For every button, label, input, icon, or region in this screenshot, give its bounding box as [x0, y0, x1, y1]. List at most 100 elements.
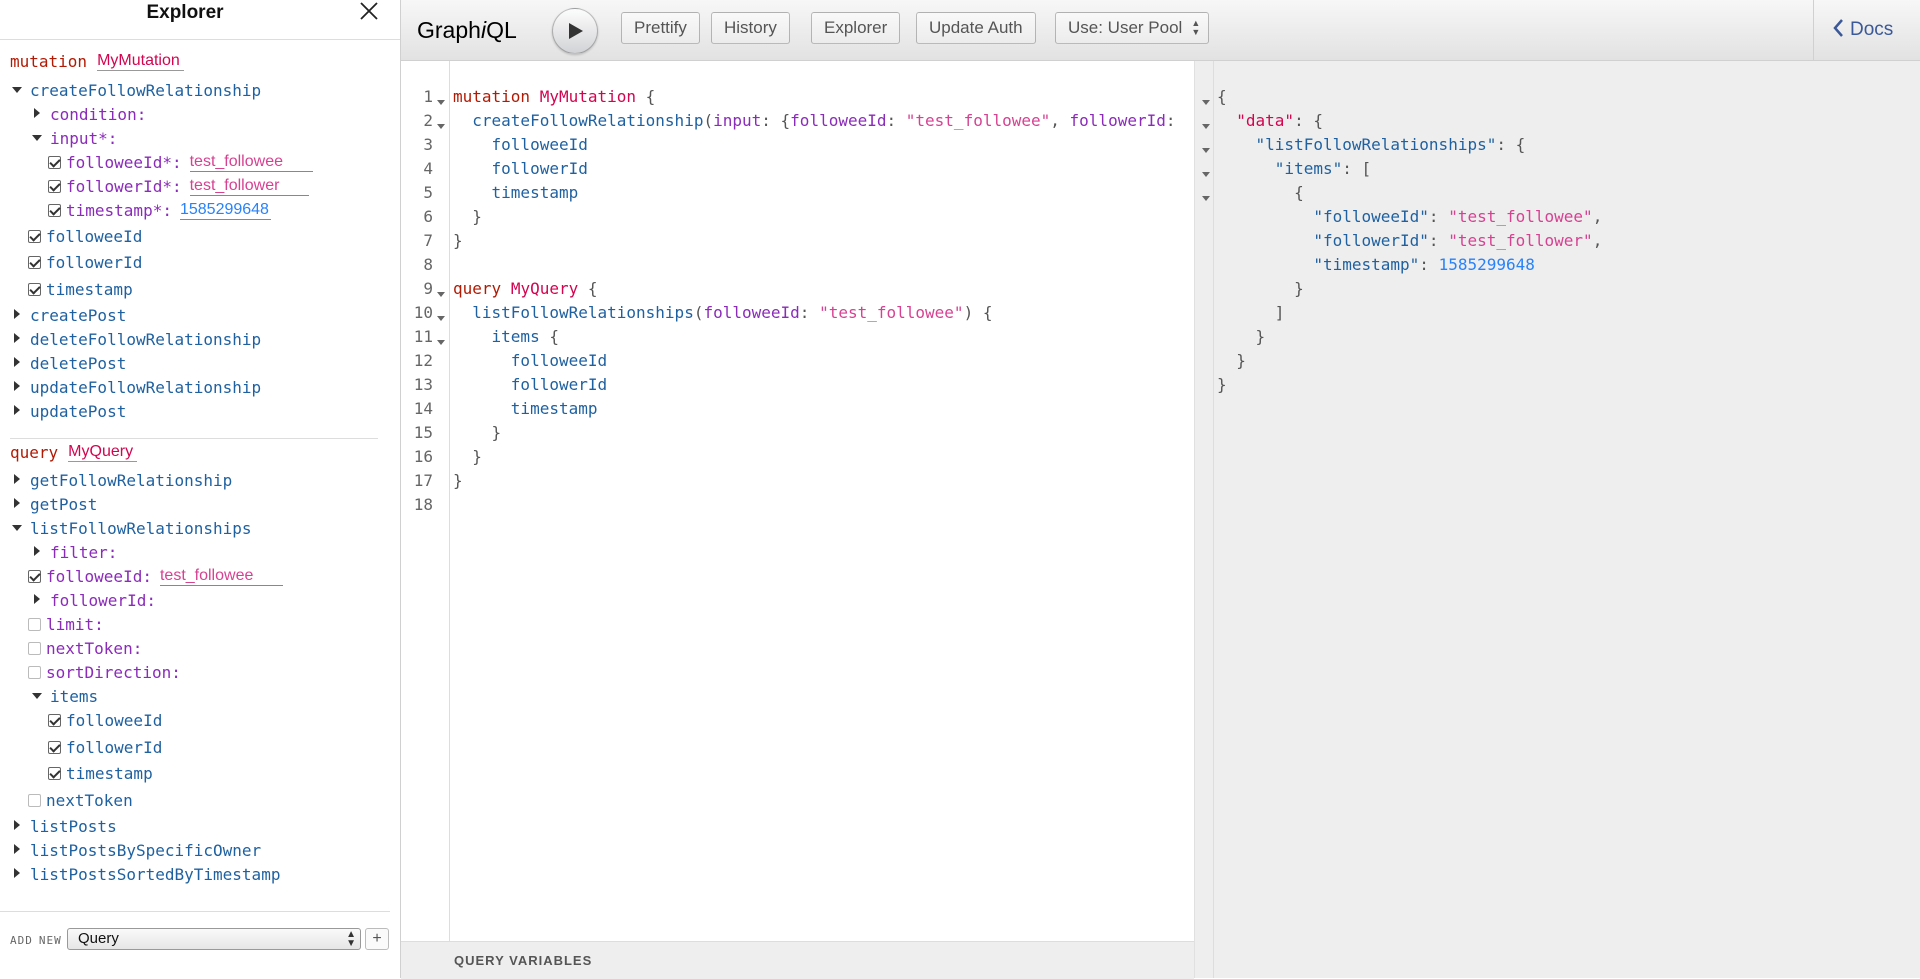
explorer-field-listPostsSortedByTimestamp[interactable]: listPostsSortedByTimestamp — [10, 862, 280, 886]
caret-down-icon — [10, 82, 26, 98]
explorer-arg-followeeId[interactable]: followeeId: test_followee — [27, 564, 284, 588]
fold-caret-icon[interactable] — [437, 117, 445, 129]
code-line: timestamp — [453, 183, 579, 202]
fold-caret-icon[interactable] — [437, 93, 445, 105]
line-number: 2 — [423, 111, 433, 130]
arg-value-input[interactable]: test_follower — [189, 177, 310, 196]
operation-name-input[interactable]: MyMutation — [97, 52, 184, 71]
caret-right-icon — [10, 472, 26, 488]
explorer-field-deleteFollowRelationship[interactable]: deleteFollowRelationship — [10, 327, 261, 351]
code-token: , — [1050, 111, 1070, 130]
checkbox[interactable] — [28, 665, 41, 679]
explorer-input-followerId[interactable]: followerId*: test_follower — [47, 174, 310, 198]
divider — [0, 39, 400, 40]
checkbox[interactable] — [48, 203, 61, 217]
checkbox[interactable] — [28, 569, 41, 583]
divider — [0, 911, 390, 912]
explorer-field-followerId[interactable]: followerId — [27, 250, 142, 274]
caret-right-icon — [10, 355, 26, 371]
arg-value-input[interactable]: test_followee — [159, 567, 284, 586]
explorer-arg-sortDirection[interactable]: sortDirection: — [27, 660, 181, 684]
auth-mode-select[interactable]: Use: User Pool ▲ ▼ — [1055, 12, 1210, 44]
arg-value-input[interactable]: test_followee — [189, 153, 313, 172]
code-token: } — [472, 447, 482, 466]
arg-label: followeeId: — [46, 566, 152, 586]
checkbox[interactable] — [48, 155, 61, 169]
close-icon[interactable] — [358, 0, 384, 26]
fold-caret-icon[interactable] — [437, 285, 445, 297]
explorer-field-updatePost[interactable]: updatePost — [10, 399, 126, 423]
line-number: 11 — [413, 327, 433, 346]
explorer-field-nextToken[interactable]: nextToken — [27, 788, 133, 812]
field-label: getPost — [30, 494, 98, 514]
checkbox[interactable] — [28, 617, 41, 631]
fold-caret-icon[interactable] — [1202, 93, 1210, 105]
explorer-field-items[interactable]: items — [30, 684, 98, 708]
auth-mode-value: Use: User Pool — [1068, 18, 1183, 37]
checkbox[interactable] — [48, 713, 61, 727]
code-token: followeeId — [703, 303, 800, 322]
fold-caret-icon[interactable] — [1202, 117, 1210, 129]
explorer-field-deletePost[interactable]: deletePost — [10, 351, 126, 375]
code-line: } — [453, 447, 482, 466]
explorer-field-listPosts[interactable]: listPosts — [10, 814, 117, 838]
checkbox[interactable] — [28, 282, 41, 296]
checkbox[interactable] — [48, 766, 61, 780]
docs-button[interactable]: Docs — [1832, 18, 1893, 41]
explorer-field-timestamp[interactable]: timestamp — [27, 277, 133, 301]
execute-query-button[interactable] — [552, 8, 598, 54]
update-auth-button[interactable]: Update Auth — [916, 12, 1036, 44]
explorer-input-timestamp[interactable]: timestamp*: 1585299648 — [47, 198, 271, 222]
explorer-arg-limit[interactable]: limit: — [27, 612, 104, 636]
explorer-field-getFollowRelationship[interactable]: getFollowRelationship — [10, 468, 232, 492]
explorer-items-followerId[interactable]: followerId — [47, 735, 162, 759]
arg-value-input[interactable]: 1585299648 — [179, 201, 271, 220]
checkbox[interactable] — [28, 641, 41, 655]
caret-right-icon — [10, 842, 26, 858]
explorer-arg-input[interactable]: input*: — [30, 126, 117, 150]
query-variables-bar[interactable]: QUERY VARIABLES — [401, 941, 1194, 979]
history-button[interactable]: History — [711, 12, 790, 44]
fold-caret-icon[interactable] — [437, 309, 445, 321]
fold-caret-icon[interactable] — [1202, 189, 1210, 201]
field-label: createFollowRelationship — [30, 80, 262, 100]
explorer-field-createFollowRelationship[interactable]: createFollowRelationship — [10, 78, 261, 102]
operation-name-input[interactable]: MyQuery — [68, 443, 138, 462]
fold-caret-icon[interactable] — [437, 333, 445, 345]
caret-right-icon — [10, 331, 26, 347]
operation-type-select[interactable]: Query ▲ ▼ — [67, 928, 361, 950]
explorer-arg-nextToken[interactable]: nextToken: — [27, 636, 142, 660]
explorer-button[interactable]: Explorer — [811, 12, 901, 44]
checkbox[interactable] — [28, 793, 41, 807]
explorer-items-followeeId[interactable]: followeeId — [47, 708, 162, 732]
code-token: query — [453, 279, 502, 298]
explorer-items-timestamp[interactable]: timestamp — [47, 761, 153, 785]
explorer-field-createPost[interactable]: createPost — [10, 303, 126, 327]
docs-label: Docs — [1850, 19, 1894, 40]
explorer-field-updateFollowRelationship[interactable]: updateFollowRelationship — [10, 375, 261, 399]
checkbox[interactable] — [48, 740, 61, 754]
explorer-field-listPostsBySpecificOwner[interactable]: listPostsBySpecificOwner — [10, 838, 261, 862]
explorer-field-getPost[interactable]: getPost — [10, 492, 97, 516]
field-label: nextToken — [46, 790, 133, 810]
explorer-arg-filter[interactable]: filter: — [30, 540, 117, 564]
checkbox[interactable] — [28, 229, 41, 243]
fold-caret-icon[interactable] — [1202, 165, 1210, 177]
field-label: followeeId — [66, 710, 163, 730]
explorer-arg-condition[interactable]: condition: — [30, 102, 146, 126]
explorer-field-listFollowRelationships[interactable]: listFollowRelationships — [10, 516, 252, 540]
line-number: 18 — [413, 495, 433, 514]
checkbox[interactable] — [28, 255, 41, 269]
explorer-input-followeeId[interactable]: followeeId*: test_followee — [47, 150, 313, 174]
logo-part: QL — [486, 17, 517, 43]
line-number: 14 — [413, 399, 433, 418]
query-editor[interactable]: 1 2 3 4 5 6 7 8 9 10 11 12 13 14 15 16 17 18 mutation MyM… — [401, 61, 1194, 979]
explorer-field-followeeId[interactable]: followeeId — [27, 224, 142, 248]
fold-caret-icon[interactable] — [1202, 141, 1210, 153]
new-label: NEW — [38, 934, 62, 947]
explorer-arg-followerId[interactable]: followerId: — [30, 588, 156, 612]
prettify-button[interactable]: Prettify — [621, 12, 700, 44]
checkbox[interactable] — [48, 179, 61, 193]
caret-right-icon — [10, 496, 26, 512]
add-operation-button[interactable]: + — [365, 928, 389, 950]
